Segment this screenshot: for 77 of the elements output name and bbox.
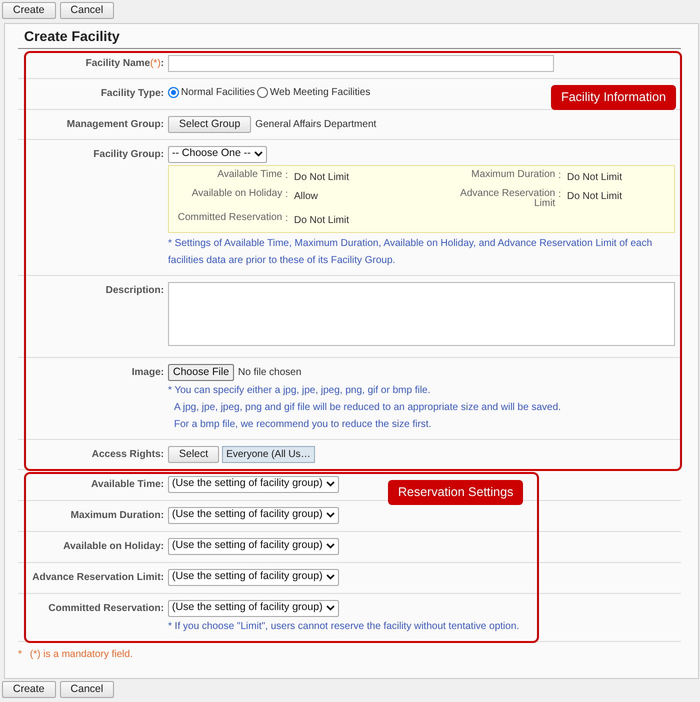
toolbar-button[interactable]: Cancel bbox=[60, 2, 114, 19]
field-label: Available Time bbox=[91, 478, 161, 490]
field-label: Maximum Duration bbox=[70, 510, 161, 521]
footnote-text: (*) is a mandatory field. bbox=[30, 648, 133, 662]
toolbar-button[interactable]: Cancel bbox=[60, 680, 114, 698]
caret-icon bbox=[326, 543, 335, 550]
field-label: Available on Holiday bbox=[63, 540, 161, 552]
label-colon: : bbox=[160, 366, 164, 378]
footnote-mark: * bbox=[18, 648, 22, 662]
file-status: No file chosen bbox=[238, 366, 302, 378]
caret-icon bbox=[326, 481, 335, 488]
label-colon: : bbox=[160, 510, 164, 521]
field-label: Management Group bbox=[66, 118, 161, 130]
radio-label[interactable]: Normal Facilities bbox=[181, 84, 255, 100]
radio-button[interactable] bbox=[256, 86, 268, 98]
caret-icon bbox=[326, 574, 335, 580]
help-note: * You can specify either a jpg, jpe, jpeg, png, gif or bmp file. bbox=[168, 384, 432, 398]
dropdown[interactable]: (Use the setting of facility group) bbox=[168, 476, 339, 493]
label-colon: : bbox=[160, 148, 164, 160]
label-colon: : bbox=[558, 170, 561, 183]
required-mark: (*) bbox=[150, 58, 161, 69]
select-button[interactable]: Select bbox=[168, 446, 220, 463]
page-title: Create Facility bbox=[18, 28, 681, 49]
choose-file-button[interactable]: Choose File bbox=[168, 364, 234, 381]
dropdown[interactable]: (Use the setting of facility group) bbox=[168, 506, 339, 524]
section-callout: Reservation Settings bbox=[388, 480, 524, 505]
toolbar-button[interactable]: Create bbox=[2, 680, 56, 698]
field-label: Advance Reservation Limit bbox=[32, 572, 161, 583]
field-label: Image bbox=[132, 366, 161, 378]
info-label: Maximum Duration bbox=[471, 170, 556, 182]
dropdown[interactable]: -- Choose One -- bbox=[168, 146, 267, 163]
info-value: Do Not Limit bbox=[293, 214, 350, 228]
label-colon: : bbox=[160, 448, 164, 460]
toolbar-button[interactable]: Create bbox=[2, 2, 56, 19]
label-colon: : bbox=[160, 478, 164, 490]
help-note: For a bmp file, we recommend you to reduce the size first. bbox=[173, 418, 432, 432]
info-label: Advance Reservation Limit bbox=[459, 188, 556, 209]
label-colon: : bbox=[160, 284, 164, 296]
label-colon: : bbox=[160, 118, 164, 130]
info-value: Do Not Limit bbox=[566, 170, 624, 185]
dropdown[interactable]: (Use the setting of facility group) bbox=[168, 600, 339, 617]
info-value: Allow bbox=[293, 190, 319, 204]
radio-label[interactable]: Web Meeting Facilities bbox=[270, 84, 370, 100]
help-note: A jpg, jpe, jpeg, png and gif file will be reduced to an appropriate size and will be saved. bbox=[173, 400, 562, 415]
label-colon: : bbox=[160, 88, 164, 99]
field-label: Facility Group bbox=[93, 148, 161, 160]
group-name: General Affairs Department bbox=[255, 118, 376, 130]
dropdown[interactable]: (Use the setting of facility group) bbox=[168, 538, 339, 555]
field-label: Facility Name bbox=[86, 58, 150, 69]
label-colon: : bbox=[285, 212, 288, 226]
select-group-button[interactable]: Select Group bbox=[168, 116, 252, 133]
access-value: Everyone (All Us… bbox=[222, 446, 315, 463]
info-label: Available Time bbox=[217, 170, 282, 182]
info-label: Available on Holiday bbox=[192, 188, 282, 201]
label-colon: : bbox=[160, 572, 164, 583]
caret-icon bbox=[326, 512, 335, 518]
info-label: Committed Reservation bbox=[178, 212, 282, 225]
dropdown[interactable]: (Use the setting of facility group) bbox=[168, 568, 339, 586]
info-value: Do Not Limit bbox=[293, 170, 350, 185]
label-colon: : bbox=[285, 170, 288, 183]
info-value: Do Not Limit bbox=[566, 190, 624, 204]
label-colon: : bbox=[160, 602, 164, 614]
field-label: Committed Reservation bbox=[48, 602, 161, 614]
field-label: Access Rights bbox=[92, 448, 161, 460]
help-note: * Settings of Available Time, Maximum Duration, Available on Holiday, and Advance Reservation Limit of each facilities data are prior to these of its Facility Group. bbox=[168, 236, 654, 268]
field-label: Facility Type bbox=[100, 88, 161, 99]
label-colon: : bbox=[160, 58, 164, 69]
text-input[interactable] bbox=[168, 54, 554, 72]
section-callout: Facility Information bbox=[551, 84, 676, 110]
caret-icon bbox=[326, 605, 335, 612]
help-note: * If you choose "Limit", users cannot reserve the facility without tentative option. bbox=[168, 620, 520, 634]
field-label: Description bbox=[106, 284, 161, 296]
caret-icon bbox=[254, 151, 263, 158]
label-colon: : bbox=[558, 188, 561, 202]
radio-button[interactable] bbox=[168, 86, 179, 98]
label-colon: : bbox=[160, 540, 164, 552]
label-colon: : bbox=[285, 188, 288, 202]
